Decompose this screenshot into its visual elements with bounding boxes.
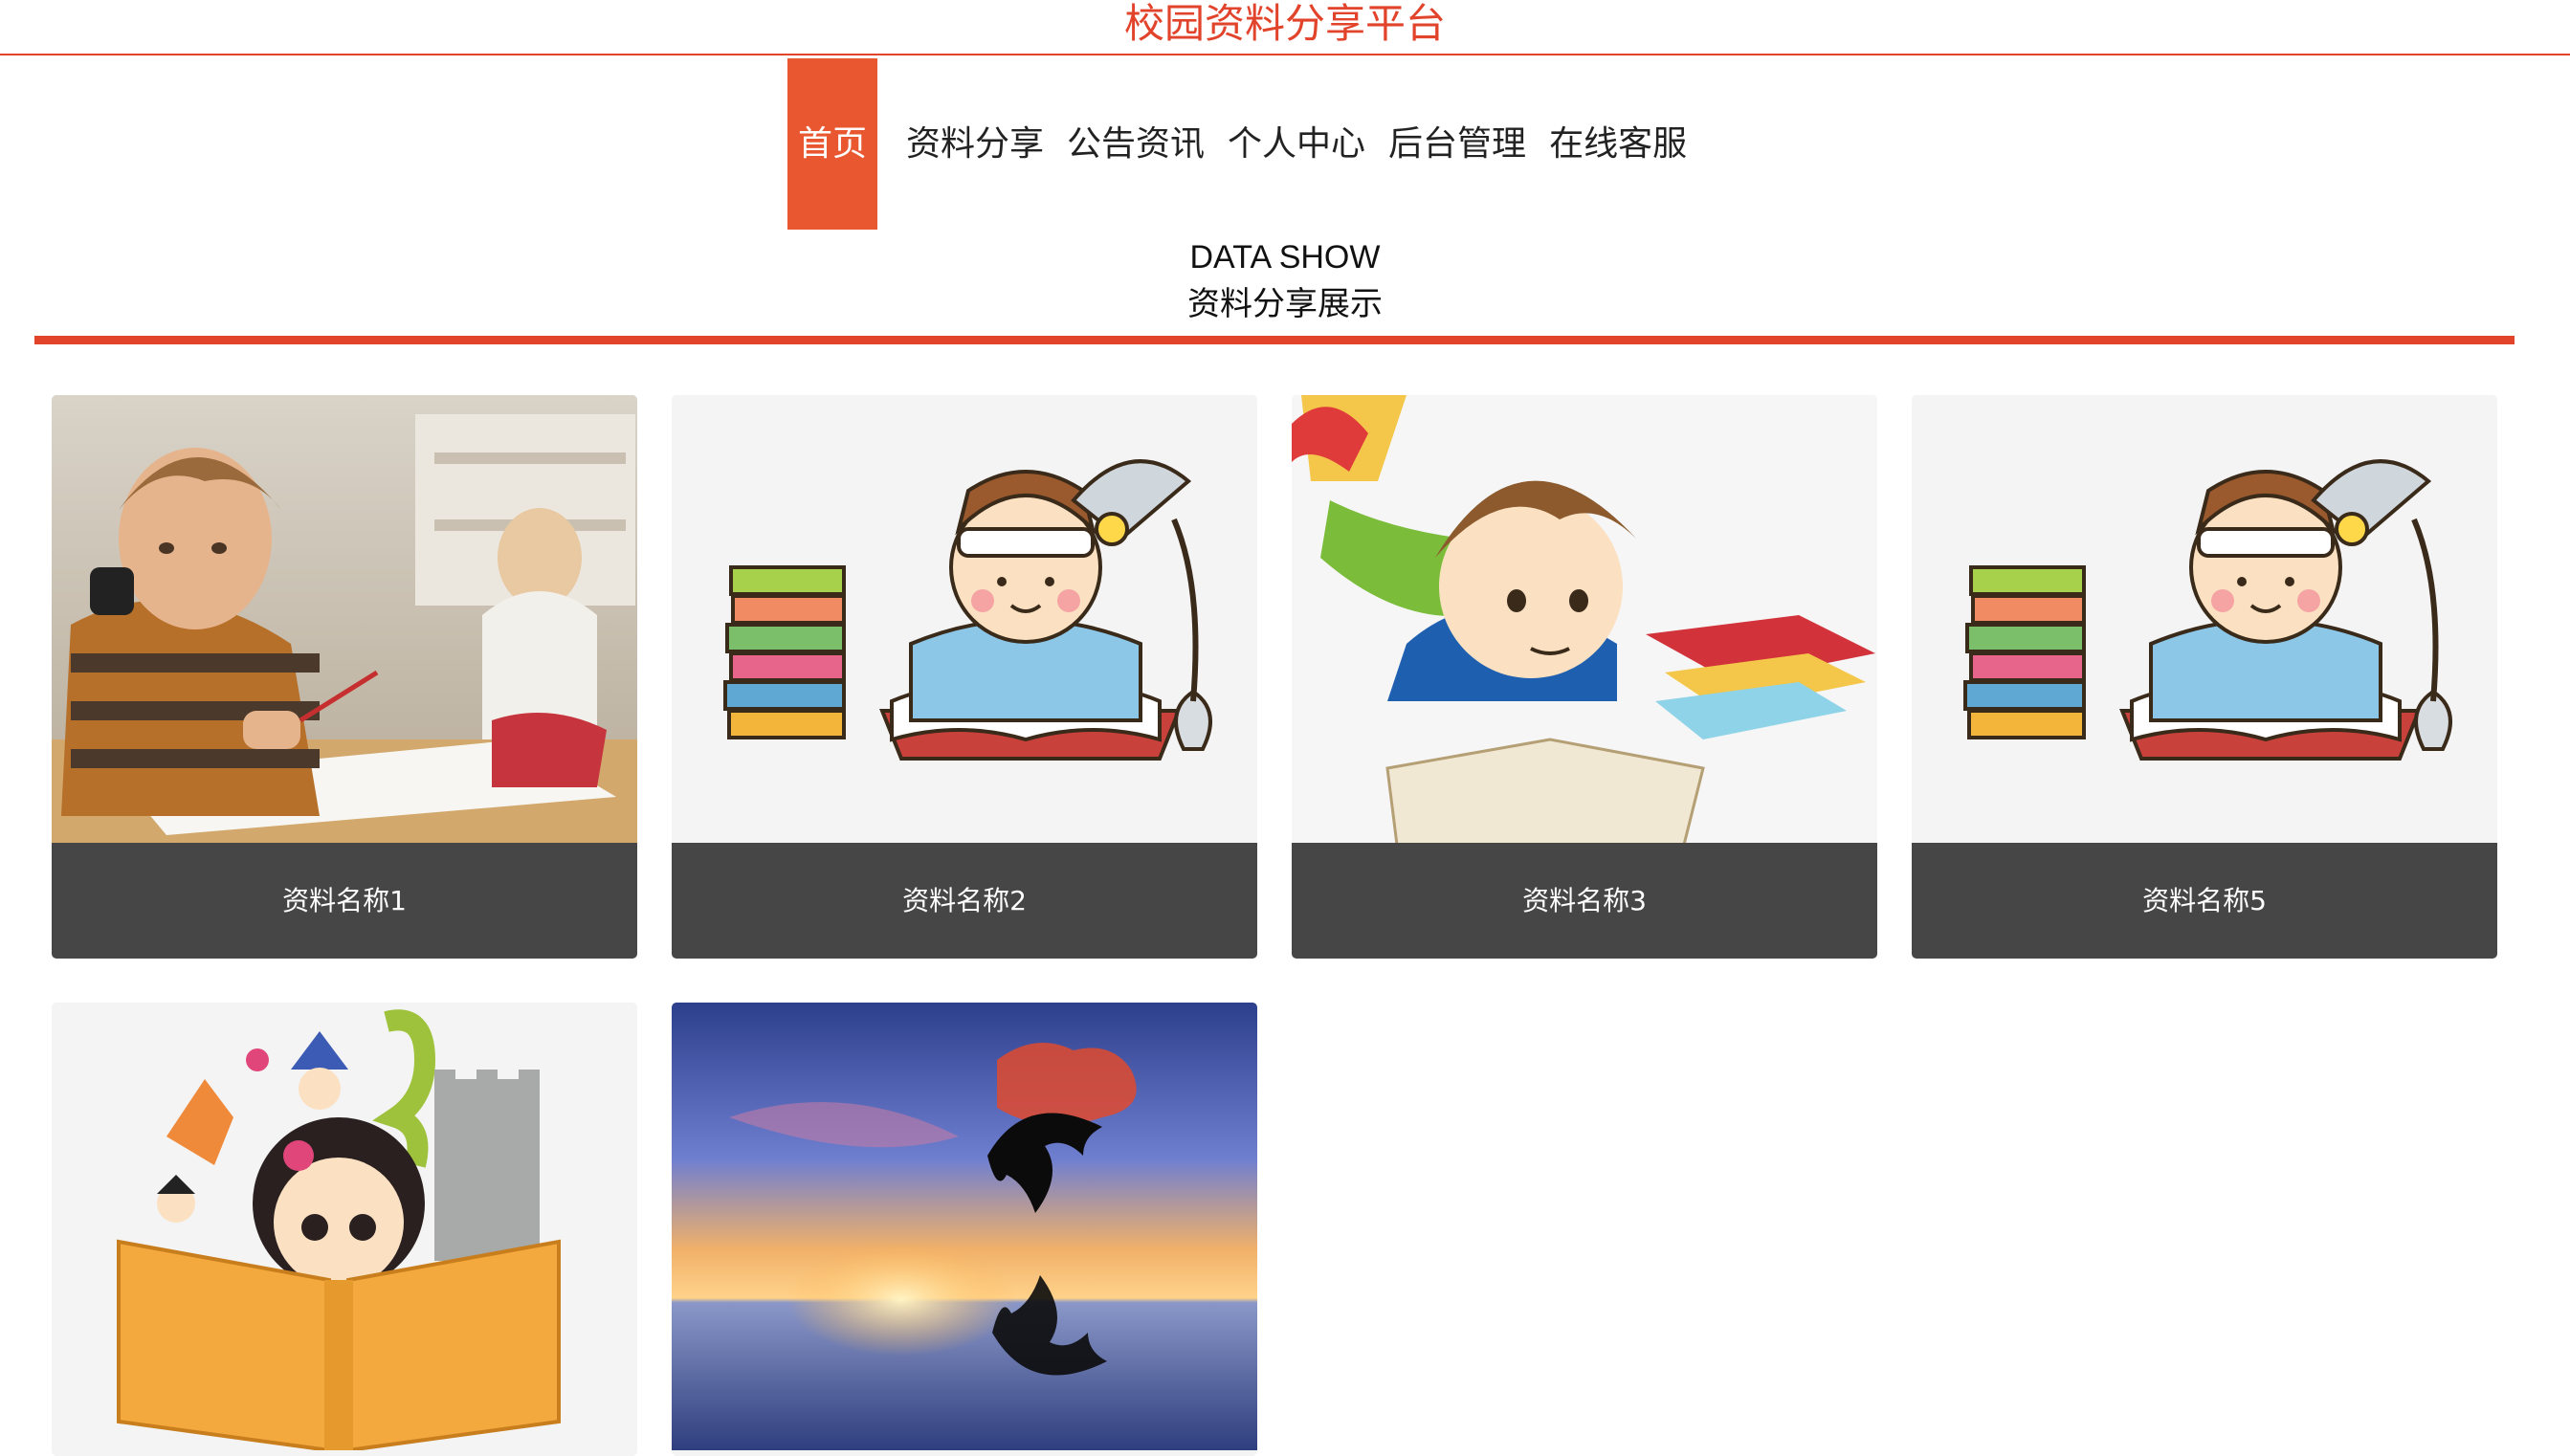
material-card-6[interactable] [672,1003,1257,1456]
nav-item-profile[interactable]: 个人中心 [1216,58,1377,230]
nav-item-admin[interactable]: 后台管理 [1377,58,1538,230]
card-title[interactable]: 资料名称2 [672,843,1257,959]
card-image-boy-reading-lamp[interactable] [1912,395,2497,843]
section-title-en: DATA SHOW [1189,239,1381,276]
card-image-boy-classroom[interactable] [52,395,637,843]
card-image-boy-reading-lamp[interactable] [672,395,1257,843]
card-image-boy-lying-reading[interactable] [1292,395,1877,843]
card-title[interactable]: 资料名称5 [1912,843,2497,959]
nav-item-news[interactable]: 公告资讯 [1055,58,1216,230]
material-card-5[interactable] [52,1003,637,1456]
card-image-girl-reading-storybook[interactable] [52,1003,637,1450]
nav-item-share[interactable]: 资料分享 [895,58,1055,230]
card-image-dolphin-sunset[interactable] [672,1003,1257,1450]
section-divider [34,336,2515,344]
section-title-cn: 资料分享展示 [1187,285,1383,323]
card-title[interactable]: 资料名称1 [52,843,637,959]
section-header: DATA SHOW 资料分享展示 [0,235,2570,329]
material-card-2[interactable]: 资料名称2 [672,395,1257,959]
card-title[interactable]: 资料名称3 [1292,843,1877,959]
site-title: 校园资料分享平台 [0,0,2570,55]
material-card-1[interactable]: 资料名称1 [52,395,637,959]
nav-item-support[interactable]: 在线客服 [1538,58,1698,230]
material-card-4[interactable]: 资料名称5 [1912,395,2497,959]
main-nav: 首页 资料分享 公告资讯 个人中心 后台管理 在线客服 [787,58,1698,230]
material-card-3[interactable]: 资料名称3 [1292,395,1877,959]
nav-item-home[interactable]: 首页 [787,58,877,230]
